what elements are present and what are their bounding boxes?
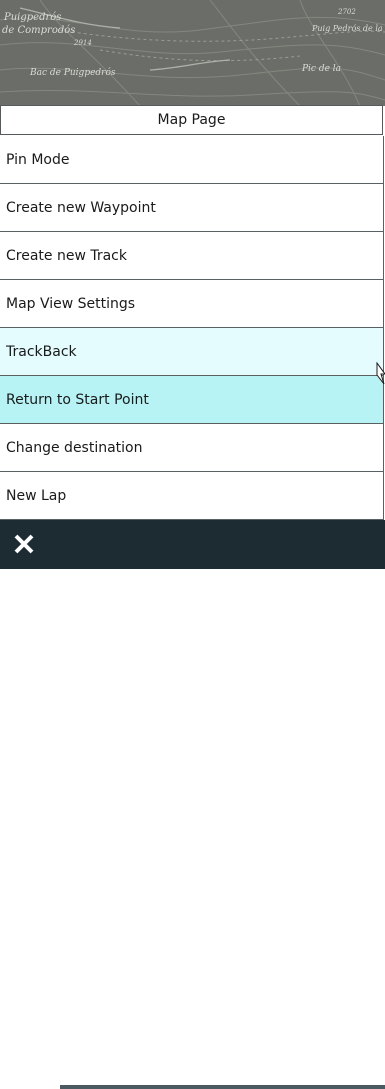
close-icon [14,534,34,554]
map-background[interactable]: Puigpedrós de Comprodós Puig Pedrós de l… [0,0,385,106]
menu-item-map-view-settings[interactable]: Map View Settings [0,280,384,328]
mouse-cursor-icon [376,361,385,392]
menu-item-create-track[interactable]: Create new Track [0,232,384,280]
close-button[interactable] [10,530,38,558]
map-elevation-label: 2914 [74,39,92,47]
menu-item-pin-mode[interactable]: Pin Mode [0,136,384,184]
menu-item-new-lap[interactable]: New Lap [0,472,384,520]
bottom-strip [60,1085,385,1089]
menu-item-change-destination[interactable]: Change destination [0,424,384,472]
menu-item-trackback[interactable]: TrackBack [0,328,384,376]
map-label: Bac de Puigpedrós [30,68,116,78]
map-label: Puigpedrós [4,12,62,23]
menu-title: Map Page [0,105,383,135]
map-elevation-label: 2702 [338,8,356,16]
menu-list: Pin Mode Create new Waypoint Create new … [0,136,384,520]
menu-item-create-waypoint[interactable]: Create new Waypoint [0,184,384,232]
map-label: Pic de la [302,64,342,74]
map-label: de Comprodós [2,25,76,36]
menu-item-return-to-start[interactable]: Return to Start Point [0,376,384,424]
map-label: Puig Pedrós de la Tosa [312,24,385,33]
bottom-toolbar [0,520,385,1089]
